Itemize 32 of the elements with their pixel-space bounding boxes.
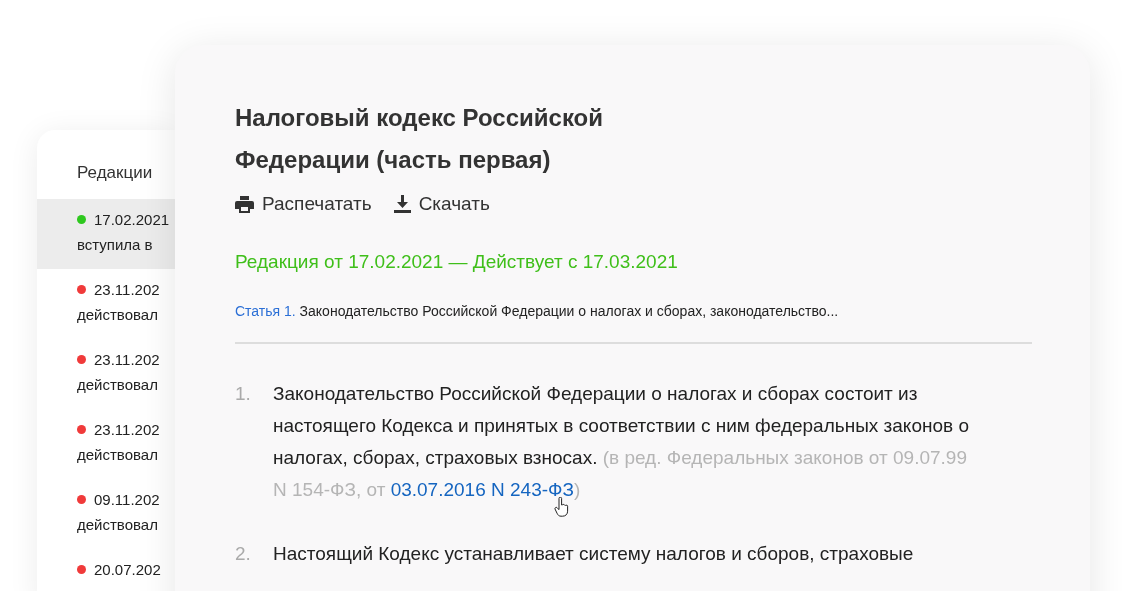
edition-status-text: Редакция от 17.02.2021 — Действует с 17.03.2021 bbox=[235, 251, 679, 273]
paragraph-number: 1. bbox=[235, 382, 252, 406]
edition-status: действовал bbox=[77, 306, 158, 323]
article-title: Законодательство Российской Федерации о налогах и сборах, законодательство... bbox=[299, 303, 839, 319]
download-icon bbox=[393, 195, 411, 213]
action-link[interactable]: Распечатать bbox=[235, 193, 372, 215]
edition-status: действовал bbox=[77, 446, 158, 463]
edition-item[interactable]: 23.11.202 действовал bbox=[37, 269, 175, 339]
edition-date: 20.07.202 bbox=[94, 561, 161, 578]
edition-date: 17.02.2021 bbox=[94, 211, 170, 228]
action-link[interactable]: Скачать bbox=[393, 193, 490, 215]
edition-item[interactable]: 23.11.202 действовал bbox=[37, 409, 175, 479]
edition-item[interactable]: 20.07.202 bbox=[37, 549, 175, 591]
edition-status: действовал bbox=[77, 376, 158, 393]
edition-status: действовал bbox=[77, 516, 158, 533]
panel-title: Редакции bbox=[77, 163, 153, 183]
edition-date: 23.11.202 bbox=[94, 351, 160, 368]
hand-cursor-icon bbox=[553, 497, 570, 517]
document-title: Налоговый кодекс Российской Федерации (часть первая) bbox=[235, 103, 605, 175]
edition-status: вступила в bbox=[77, 236, 153, 253]
article-link[interactable]: Статья 1. bbox=[235, 303, 296, 319]
edition-date: 23.11.202 bbox=[94, 281, 160, 298]
printer-icon bbox=[235, 195, 254, 213]
edition-date: 09.11.202 bbox=[94, 491, 160, 508]
edition-date: 23.11.202 bbox=[94, 421, 160, 438]
law-link[interactable]: 03.07.2016 N 243-ФЗ bbox=[390, 479, 574, 500]
edition-item[interactable]: 09.11.202 действовал bbox=[37, 479, 175, 549]
edition-item[interactable]: 23.11.202 действовал bbox=[37, 339, 175, 409]
paragraph-number: 2. bbox=[235, 542, 252, 566]
paragraph-text: Законодательство Российской Федерации о налогах и сборах состоит из настоящего Кодекса и принятых в соответствии с ним федеральных законов о налогах, сборах, страховых взносах. (в ред. Федеральных законов от 09.07.99 N 154-ФЗ, от 03.07.2016 N 243-ФЗ) bbox=[273, 378, 973, 506]
edition-item[interactable]: 17.02.2021 вступила в bbox=[37, 199, 175, 269]
paragraph-text: Настоящий Кодекс устанавливает систему налогов и сборов, страховые bbox=[273, 542, 915, 566]
